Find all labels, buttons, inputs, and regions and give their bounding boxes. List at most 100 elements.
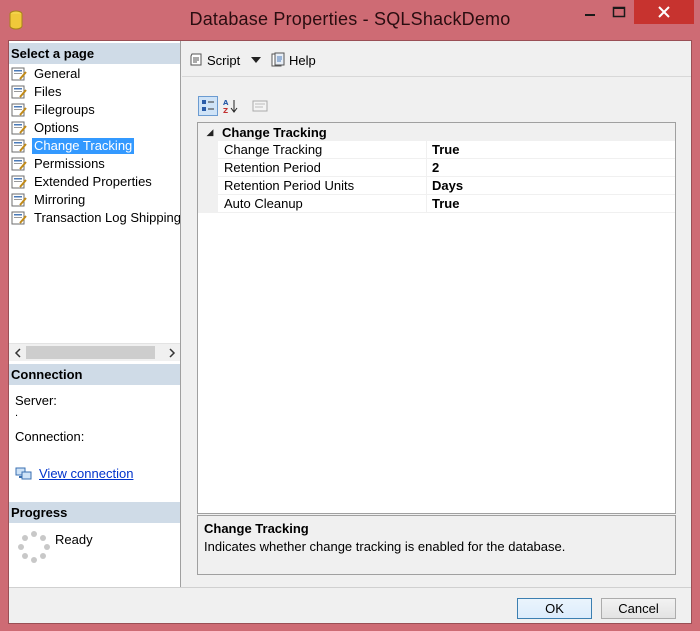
script-button[interactable]: Script [188, 50, 240, 70]
page-wrench-icon [11, 121, 27, 135]
sort-alphabetical-icon: AZ [223, 99, 238, 114]
property-value[interactable]: 2 [432, 160, 439, 176]
property-name: Change Tracking [224, 142, 323, 157]
property-row[interactable]: Auto Cleanup True [198, 195, 675, 213]
help-button[interactable]: Help [270, 50, 316, 70]
toolbar: Script Help [182, 41, 691, 77]
description-panel: Change Tracking Indicates whether change… [197, 515, 676, 575]
ok-button[interactable]: OK [517, 598, 592, 619]
select-a-page-header: Select a page [9, 43, 180, 64]
chevron-left-icon [14, 347, 21, 358]
categorized-button[interactable] [198, 96, 218, 116]
dialog-client-area: Select a page General Files Filegroups O… [8, 40, 692, 624]
script-label: Script [207, 52, 241, 68]
sidebar-item-label: Files [34, 84, 62, 99]
sidebar-item-label: Filegroups [34, 102, 95, 117]
progress-area: Ready [15, 530, 175, 570]
column-splitter[interactable] [426, 141, 427, 159]
page-wrench-icon [11, 139, 27, 153]
property-row[interactable]: Retention Period Units Days [198, 177, 675, 195]
help-icon [271, 52, 285, 67]
property-name: Retention Period [224, 160, 321, 175]
categorized-icon [202, 100, 214, 111]
maximize-icon [612, 6, 626, 18]
property-name: Auto Cleanup [224, 196, 303, 211]
sidebar-item-mirroring[interactable]: Mirroring [11, 191, 87, 209]
property-value[interactable]: True [432, 142, 459, 158]
page-wrench-icon [11, 157, 27, 171]
category-label: Change Tracking [222, 124, 327, 140]
column-splitter[interactable] [426, 195, 427, 213]
view-connection-link[interactable]: View connection [15, 466, 133, 481]
minimize-button[interactable] [577, 0, 603, 24]
page-wrench-icon [11, 193, 27, 207]
property-value[interactable]: True [432, 196, 459, 212]
row-gutter [198, 159, 218, 177]
page-list-scrollbar[interactable] [9, 343, 180, 361]
property-name: Retention Period Units [224, 178, 355, 193]
sidebar-item-label: Extended Properties [34, 174, 152, 189]
maximize-button[interactable] [606, 0, 632, 24]
cancel-button[interactable]: Cancel [601, 598, 676, 619]
row-gutter [198, 141, 218, 159]
sidebar-item-options[interactable]: Options [11, 119, 81, 137]
sidebar-item-files[interactable]: Files [11, 83, 63, 101]
property-pages-button[interactable] [250, 96, 270, 116]
sidebar-item-permissions[interactable]: Permissions [11, 155, 107, 173]
column-splitter[interactable] [426, 159, 427, 177]
collapse-triangle-icon[interactable]: ◢ [198, 127, 222, 138]
property-row[interactable]: Change Tracking True [198, 141, 675, 159]
description-title: Change Tracking [204, 521, 309, 536]
sidebar-item-label: Options [34, 120, 79, 135]
sidebar-item-filegroups[interactable]: Filegroups [11, 101, 97, 119]
row-gutter [198, 195, 218, 213]
page-wrench-icon [11, 85, 27, 99]
sidebar-item-label: Mirroring [34, 192, 86, 207]
scroll-left-button[interactable] [9, 344, 26, 361]
sidebar-item-extended-properties[interactable]: Extended Properties [11, 173, 154, 191]
alphabetical-button[interactable]: AZ [220, 96, 240, 116]
row-gutter [198, 177, 218, 195]
sidebar-item-transaction-log-shipping[interactable]: Transaction Log Shipping [11, 209, 180, 227]
svg-text:A: A [223, 99, 229, 107]
connection-label: Connection: [15, 429, 85, 444]
progress-header: Progress [9, 502, 180, 523]
page-wrench-icon [11, 103, 27, 117]
property-grid-toolbar: AZ [198, 96, 278, 118]
sidebar-item-general[interactable]: General [11, 65, 82, 83]
script-dropdown-button[interactable] [251, 50, 261, 70]
property-grid: ◢ Change Tracking Change Tracking True R… [197, 122, 676, 514]
category-row[interactable]: ◢ Change Tracking [198, 123, 675, 141]
server-value: . [15, 407, 19, 419]
sidebar-item-label: General [34, 66, 81, 81]
progress-status: Ready [55, 532, 93, 547]
progress-spinner-icon [18, 531, 50, 563]
svg-text:Z: Z [223, 107, 228, 114]
sidebar-item-label: Permissions [34, 156, 105, 171]
minimize-icon [585, 14, 595, 16]
server-label: Server: [15, 393, 57, 408]
network-connection-icon [15, 467, 32, 479]
sidebar-item-change-tracking[interactable]: Change Tracking [11, 137, 135, 155]
sidebar-item-label: Transaction Log Shipping [34, 210, 180, 225]
title-bar[interactable]: Database Properties - SQLShackDemo [0, 0, 700, 40]
scroll-right-button[interactable] [163, 344, 180, 361]
property-row[interactable]: Retention Period 2 [198, 159, 675, 177]
close-icon [658, 6, 670, 18]
script-icon [190, 53, 202, 66]
page-list: General Files Filegroups Options Change … [9, 65, 180, 341]
page-wrench-icon [11, 175, 27, 189]
connection-header: Connection [9, 364, 180, 385]
page-wrench-icon [11, 211, 27, 225]
chevron-right-icon [168, 347, 175, 358]
property-value[interactable]: Days [432, 178, 463, 194]
dialog-footer: OK Cancel [9, 587, 691, 623]
property-pages-icon [252, 100, 268, 112]
column-splitter[interactable] [426, 177, 427, 195]
sidebar: Select a page General Files Filegroups O… [9, 41, 181, 587]
sidebar-item-label: Change Tracking [32, 138, 135, 154]
close-button[interactable] [634, 0, 694, 24]
scrollbar-thumb[interactable] [26, 346, 155, 359]
view-connection-label[interactable]: View connection [39, 466, 133, 481]
database-properties-window: Database Properties - SQLShackDemo Selec… [0, 0, 700, 631]
